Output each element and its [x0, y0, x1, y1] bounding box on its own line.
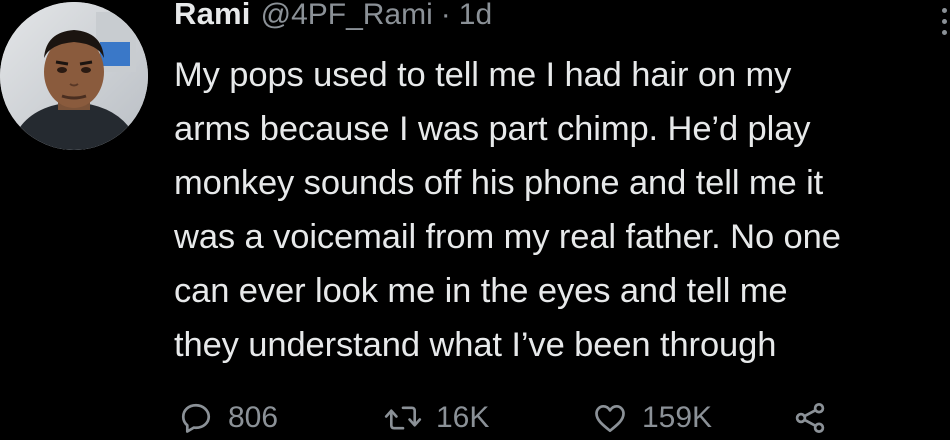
heart-icon	[595, 404, 625, 433]
retweet-count: 16K	[436, 401, 490, 434]
timestamp[interactable]: 1d	[459, 0, 492, 32]
retweet-icon	[384, 406, 422, 430]
like-button[interactable]: 159K	[592, 396, 712, 440]
display-name[interactable]: Rami	[174, 0, 251, 32]
reply-icon	[181, 403, 211, 433]
tweet[interactable]: Rami @4PF_Rami · 1d My pops used to tell…	[0, 0, 950, 440]
tweet-header: Rami @4PF_Rami · 1d	[174, 0, 492, 36]
tweet-actions: 806 16K 159K	[178, 396, 950, 440]
tweet-text-line: My pops used to tell me I had hair on my	[174, 56, 792, 94]
tweet-text-line: arms because I was part chimp. He’d play	[174, 110, 811, 148]
separator-dot: ·	[440, 0, 451, 31]
user-handle[interactable]: @4PF_Rami	[261, 0, 433, 32]
tweet-text: My pops used to tell me I had hair on my…	[174, 48, 950, 372]
share-button[interactable]	[792, 396, 828, 440]
reply-button[interactable]: 806	[178, 396, 278, 440]
avatar-image	[0, 2, 148, 150]
tweet-text-line: was a voicemail from my real father. No …	[174, 218, 841, 256]
tweet-text-line: they understand what I’ve been through	[174, 326, 777, 364]
share-icon	[795, 403, 825, 433]
more-options-icon[interactable]	[942, 8, 948, 35]
retweet-button[interactable]: 16K	[384, 396, 489, 440]
like-count: 159K	[642, 401, 713, 434]
tweet-text-line: monkey sounds off his phone and tell me …	[174, 164, 824, 202]
reply-count: 806	[228, 401, 279, 434]
avatar[interactable]	[0, 2, 148, 150]
tweet-text-line: can ever look me in the eyes and tell me	[174, 272, 788, 310]
